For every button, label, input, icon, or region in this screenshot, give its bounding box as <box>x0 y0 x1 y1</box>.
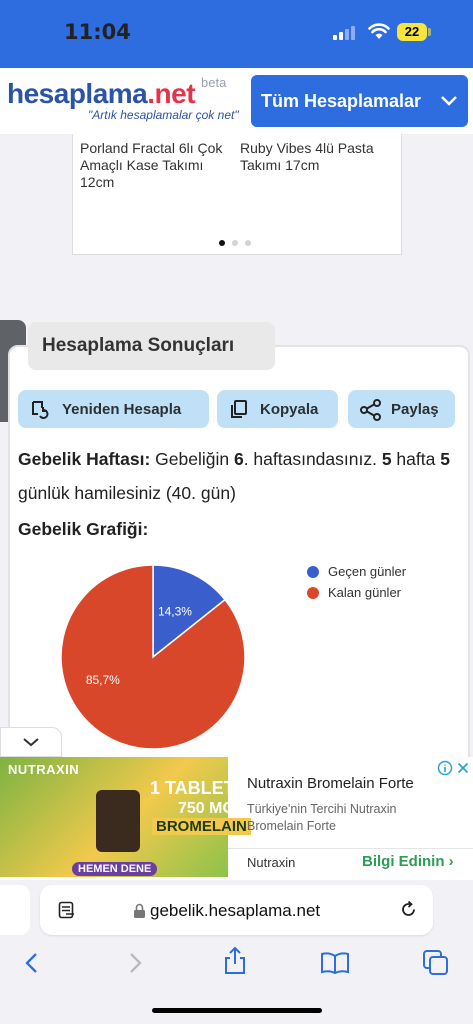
legend-label: Geçen günler <box>328 564 407 579</box>
previous-tab-card[interactable] <box>0 885 30 935</box>
result-text: . haftasındasınız. <box>243 449 382 469</box>
signal-icon <box>333 24 359 40</box>
ad-advertiser: Nutraxin <box>247 855 296 870</box>
carousel-dot[interactable] <box>245 240 251 246</box>
ad-close-icon[interactable] <box>455 760 471 776</box>
legend-label: Kalan günler <box>328 585 401 600</box>
ad-product-bottle <box>96 790 140 852</box>
bookmarks-icon[interactable] <box>320 951 350 975</box>
ad-info-icon[interactable] <box>437 760 453 776</box>
ad-divider <box>228 848 473 849</box>
result-text: günlük hamilesiniz (40. gün) <box>18 483 236 503</box>
pie-value-label: 85,7% <box>86 673 120 687</box>
result-weeks: 5 <box>381 449 392 469</box>
product-name[interactable]: Ruby Vibes 4lü Pasta Takımı 17cm <box>240 140 390 174</box>
pregnancy-week-result: Gebelik Haftası: Gebeliğin 6. haftasında… <box>18 442 458 510</box>
share-icon <box>360 399 381 421</box>
site-slogan: "Artık hesaplamalar çok net" <box>88 108 239 122</box>
chevron-down-icon <box>23 738 39 747</box>
ad-description: Türkiye'nin Tercihi Nutraxin Bromelain F… <box>247 802 397 833</box>
legend-item-elapsed[interactable]: Geçen günler <box>307 563 406 584</box>
recalculate-label: Yeniden Hesapla <box>62 401 182 418</box>
chart-legend: Geçen günler Kalan günler <box>307 563 406 605</box>
carousel-dot-active[interactable] <box>219 240 225 246</box>
result-days: 5 <box>440 449 450 469</box>
ad-image-brand: NUTRAXIN <box>8 762 80 777</box>
home-indicator <box>152 1008 322 1013</box>
ad-cta-link[interactable]: Bilgi Edinin › <box>362 853 454 870</box>
result-text: hafta <box>391 449 441 469</box>
copy-icon <box>231 400 247 418</box>
pregnancy-week-label: Gebelik Haftası: <box>18 449 151 469</box>
battery-icon: 22 <box>397 23 427 41</box>
carousel-dot[interactable] <box>232 240 238 246</box>
tabs-icon[interactable] <box>422 949 450 977</box>
ad-cta-label: Bilgi Edinin <box>362 853 445 870</box>
all-calculations-button[interactable]: Tüm Hesaplamalar <box>251 75 468 127</box>
ad-image-line: 750 MG <box>178 800 235 817</box>
wifi-icon <box>368 23 390 39</box>
recalculate-icon <box>32 401 49 419</box>
chevron-right-icon: › <box>448 853 454 870</box>
product-name[interactable]: Porland Fractal 6lı Çok Amaçlı Kase Takı… <box>80 140 230 191</box>
url-text[interactable]: gebelik.hesaplama.net <box>150 901 320 921</box>
reload-icon[interactable] <box>399 900 418 919</box>
collapse-ad-button[interactable] <box>0 727 62 757</box>
page-menu-icon[interactable] <box>58 901 76 919</box>
beta-label: beta <box>201 75 227 90</box>
all-calculations-label: Tüm Hesaplamalar <box>261 91 422 111</box>
result-week: 6 <box>233 449 244 469</box>
ad-image-pill: HEMEN DENE <box>72 862 158 876</box>
share-button[interactable]: Paylaş <box>348 390 455 428</box>
logo-main-text: hesaplama <box>7 78 148 109</box>
ad-image-line: BROMELAIN <box>152 818 251 835</box>
share-label: Paylaş <box>391 401 439 418</box>
battery-tip <box>428 28 431 36</box>
status-time: 11:04 <box>64 20 131 44</box>
site-logo[interactable]: hesaplama.net <box>7 78 196 110</box>
graph-title: Gebelik Grafiği: <box>18 519 149 539</box>
ad-image-line: 1 TABLETTE <box>150 778 258 798</box>
back-icon[interactable] <box>22 951 42 975</box>
ad-title[interactable]: Nutraxin Bromelain Forte <box>247 775 414 792</box>
recalculate-button[interactable]: Yeniden Hesapla <box>18 390 209 428</box>
legend-swatch <box>307 587 319 599</box>
pie-value-label: 14,3% <box>158 604 192 618</box>
chevron-down-icon <box>441 96 457 106</box>
pregnancy-pie-chart: 14,3% 85,7% <box>60 564 246 750</box>
forward-icon[interactable] <box>125 951 145 975</box>
logo-tld-text: .net <box>147 78 196 109</box>
share-icon[interactable] <box>222 946 248 976</box>
legend-item-remaining[interactable]: Kalan günler <box>307 584 406 605</box>
copy-button[interactable]: Kopyala <box>217 390 338 428</box>
result-text: Gebeliğin <box>150 449 234 469</box>
copy-label: Kopyala <box>260 401 319 418</box>
results-title: Hesaplama Sonuçları <box>28 322 275 370</box>
legend-swatch <box>307 566 319 578</box>
lock-icon <box>134 903 145 918</box>
product-carousel[interactable]: Porland Fractal 6lı Çok Amaçlı Kase Takı… <box>72 134 402 255</box>
